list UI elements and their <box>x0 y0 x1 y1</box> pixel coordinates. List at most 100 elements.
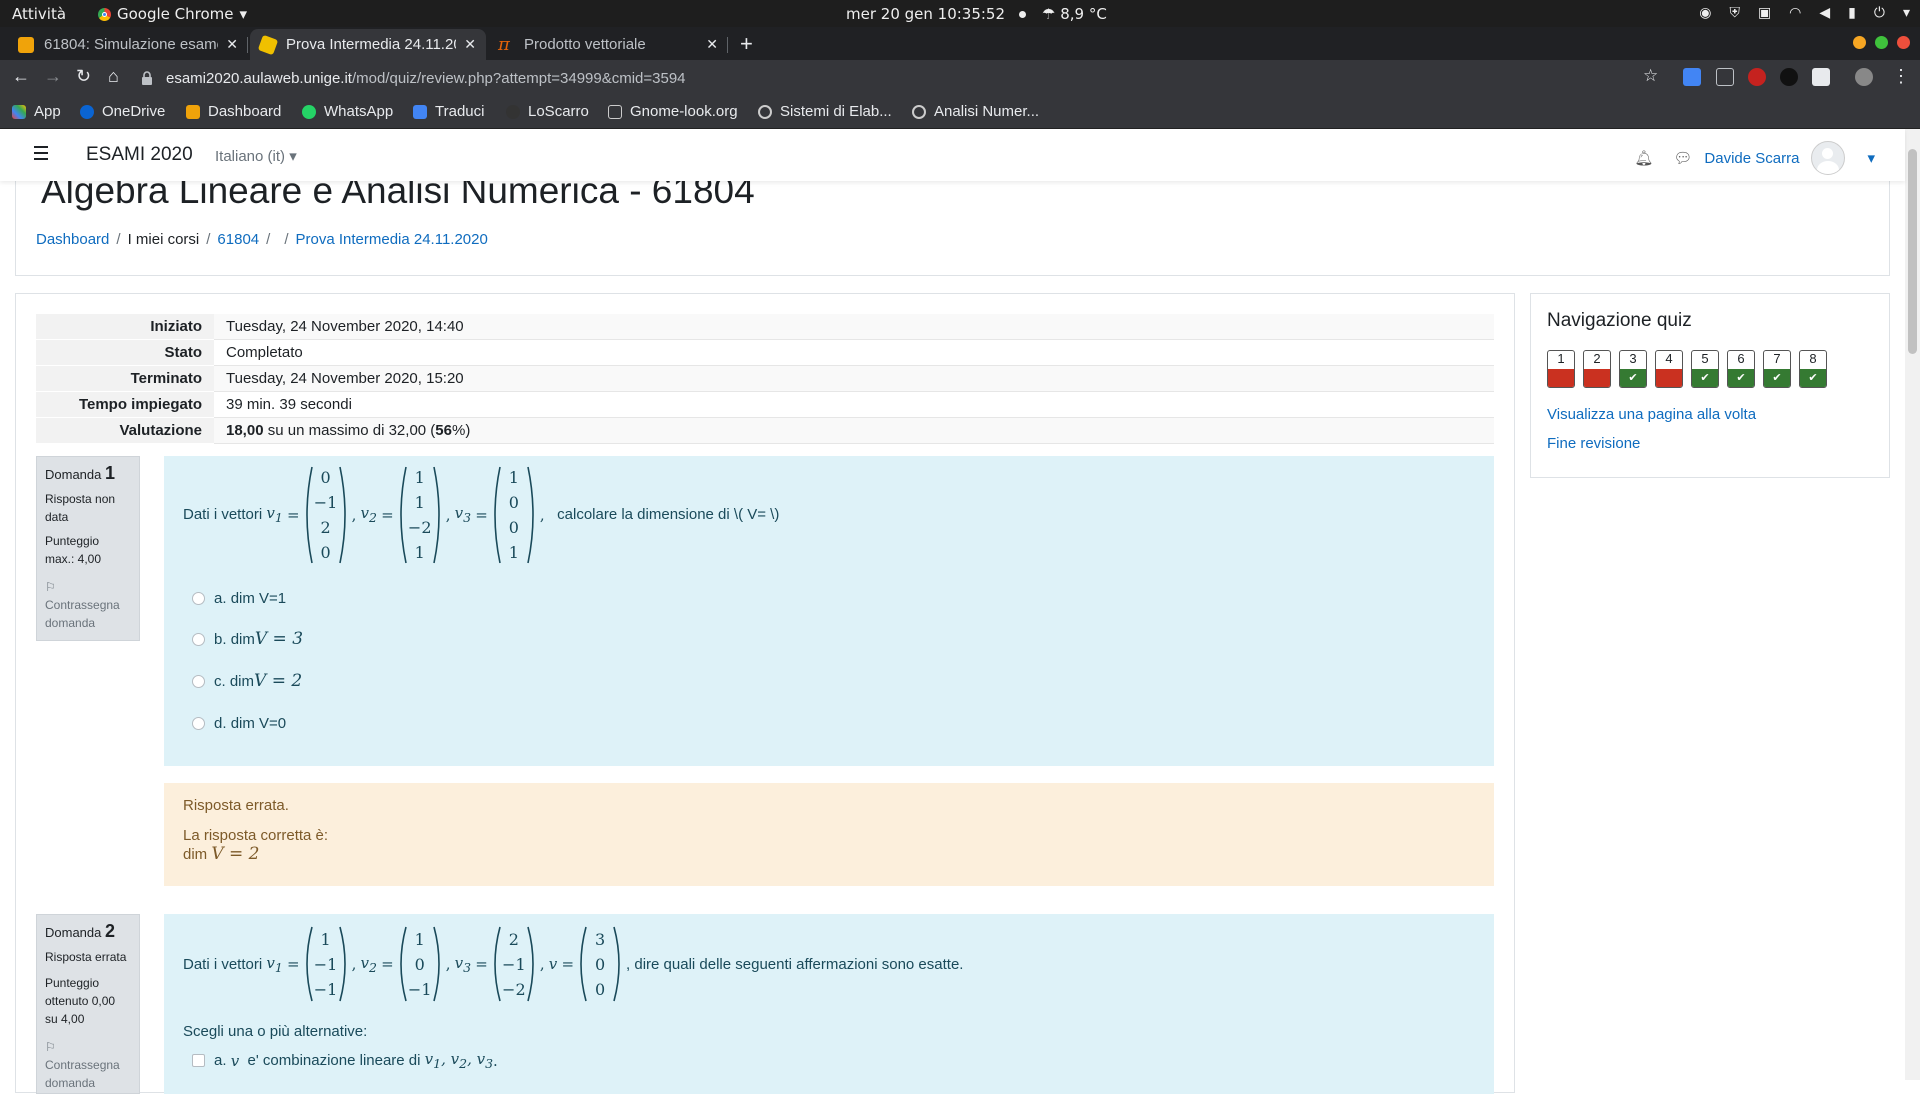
radio-button[interactable] <box>192 632 205 646</box>
forward-icon[interactable]: → <box>44 66 62 87</box>
chevron-down-icon[interactable]: ▾ <box>1903 5 1910 21</box>
quiz-nav-button[interactable]: 6 ✔ <box>1727 350 1755 388</box>
weather[interactable]: ☂ 8,9 °C <box>1042 5 1107 23</box>
bookmark-analisi[interactable]: Analisi Numer... <box>912 103 1039 120</box>
close-icon[interactable]: ✕ <box>706 36 718 53</box>
shield-icon[interactable]: ⛨ <box>1729 5 1740 21</box>
maximize-button[interactable] <box>1875 36 1888 49</box>
profile-icon[interactable] <box>1855 68 1873 86</box>
answer-option-a[interactable]: a. v e' combinazione lineare di v1, v2, … <box>192 1050 498 1071</box>
breadcrumb-separator: / <box>206 231 211 248</box>
chevron-down-icon[interactable]: ▾ <box>1867 149 1875 167</box>
breadcrumb-dashboard[interactable]: Dashboard <box>36 231 109 248</box>
bookmark-whatsapp[interactable]: WhatsApp <box>302 103 393 120</box>
answer-option-d[interactable]: d. dim V=0 <box>192 715 286 732</box>
quiz-nav-button[interactable]: 1 <box>1547 350 1575 388</box>
close-icon[interactable]: ✕ <box>464 36 476 53</box>
tab-title: 61804: Simulazione esame <box>44 36 219 53</box>
discord-icon[interactable]: ◉ <box>1699 5 1711 21</box>
quiz-nav-button[interactable]: 3 ✔ <box>1619 350 1647 388</box>
adblock-extension-icon[interactable] <box>1748 68 1766 86</box>
power-icon[interactable]: ⏻ <box>1874 5 1885 21</box>
breadcrumb-course[interactable]: 61804 <box>217 231 259 248</box>
hamburger-menu-icon[interactable] <box>34 146 48 164</box>
correct-answer-text: dim <box>183 846 212 863</box>
activities-button[interactable]: Attività <box>12 5 66 23</box>
quiz-nav-button[interactable]: 4 <box>1655 350 1683 388</box>
quiz-nav-button[interactable]: 2 <box>1583 350 1611 388</box>
close-window-button[interactable] <box>1897 36 1910 49</box>
breadcrumb-quiz[interactable]: Prova Intermedia 24.11.2020 <box>295 231 487 248</box>
reload-icon[interactable]: ↻ <box>76 66 91 87</box>
vector-cell: 0 <box>594 979 606 999</box>
vertical-scrollbar[interactable] <box>1905 129 1920 1080</box>
bookmark-dashboard[interactable]: Dashboard <box>186 103 281 120</box>
browser-toolbar: ← → ↻ ⌂ esami2020.aulaweb.unige.it/mod/q… <box>0 60 1920 96</box>
dark-extension-icon[interactable] <box>1780 68 1798 86</box>
wifi-icon[interactable]: ◠ <box>1789 5 1801 21</box>
vector-v3: 1 0 0 1 <box>490 465 538 565</box>
left-paren-icon <box>399 926 407 1002</box>
bookmark-traduci[interactable]: Traduci <box>413 103 484 120</box>
screen-icon[interactable]: ▣ <box>1758 5 1771 21</box>
radio-button[interactable] <box>192 592 205 605</box>
bell-icon[interactable]: 🔔︎ <box>1634 149 1653 167</box>
quiz-nav-button[interactable]: 5 ✔ <box>1691 350 1719 388</box>
chat-icon[interactable]: 💬︎ <box>1673 149 1692 167</box>
new-tab-button[interactable]: + <box>740 31 753 57</box>
vector-cell: 0 <box>508 517 519 537</box>
quiz-nav-button[interactable]: 7 ✔ <box>1763 350 1791 388</box>
site-name[interactable]: ESAMI 2020 <box>86 144 193 166</box>
app-menu-label: Google Chrome <box>117 5 234 23</box>
user-name[interactable]: Davide Scarra <box>1704 150 1799 167</box>
flag-question[interactable]: ⚐ Contrassegna domanda <box>45 578 131 632</box>
tab-simulazione[interactable]: 61804: Simulazione esame ✕ <box>8 29 248 60</box>
answer-option-b[interactable]: b. dim V = 3 <box>192 629 303 649</box>
avatar[interactable] <box>1811 141 1846 175</box>
vector-cell: 1 <box>414 929 425 949</box>
question-1-text: Dati i vettori v1 = 0 −1 2 0 , v2 = 1 1 −2 1 ,… <box>183 465 779 565</box>
vector-v: 3 0 0 <box>576 925 624 1003</box>
radio-button[interactable] <box>192 717 205 730</box>
quiz-nav-number: 8 <box>1809 351 1817 366</box>
system-tray[interactable]: ◉ ⛨ ▣ ◠ ◀ ▮ ⏻ ▾ <box>1699 5 1910 21</box>
tab-prova-intermedia[interactable]: Prova Intermedia 24.11.2020 ✕ <box>250 29 486 60</box>
reader-extension-icon[interactable] <box>1716 68 1734 86</box>
volume-icon[interactable]: ◀ <box>1819 5 1830 21</box>
show-one-page-link[interactable]: Visualizza una pagina alla volta <box>1547 406 1756 423</box>
math-vectors: v1, v2, v3 <box>424 1050 494 1071</box>
home-icon[interactable]: ⌂ <box>108 66 119 87</box>
answer-option-a[interactable]: a. dim V=1 <box>192 590 286 607</box>
finish-review-link[interactable]: Fine revisione <box>1547 435 1640 452</box>
bookmark-sistemi[interactable]: Sistemi di Elab... <box>758 103 892 120</box>
translate-extension-icon[interactable] <box>1683 68 1701 86</box>
bookmark-label: Gnome-look.org <box>630 103 738 120</box>
microphone-icon[interactable]: ▮ <box>1848 5 1856 21</box>
tab-prodotto-vettoriale[interactable]: π Prodotto vettoriale ✕ <box>488 29 728 60</box>
weather-icon: ☂ <box>1042 5 1061 23</box>
quiz-nav-button[interactable]: 8 ✔ <box>1799 350 1827 388</box>
minimize-button[interactable] <box>1853 36 1866 49</box>
answer-option-c[interactable]: c. dim V = 2 <box>192 671 302 691</box>
address-bar[interactable]: esami2020.aulaweb.unige.it/mod/quiz/revi… <box>140 63 1640 93</box>
bookmark-loscarro[interactable]: LoScarro <box>506 103 589 120</box>
star-icon[interactable]: ☆ <box>1643 66 1658 86</box>
app-menu[interactable]: Google Chrome ▾ <box>98 5 247 23</box>
menu-dots-icon[interactable]: ⋮ <box>1892 66 1910 87</box>
bookmark-app[interactable]: App <box>12 103 61 120</box>
image-extension-icon[interactable] <box>1812 68 1830 86</box>
checkbox[interactable] <box>192 1054 205 1067</box>
bookmark-gnome-look[interactable]: Gnome-look.org <box>608 103 738 120</box>
language-menu[interactable]: Italiano (it) ▾ <box>215 147 297 165</box>
scrollbar-thumb[interactable] <box>1908 149 1917 354</box>
flag-question[interactable]: ⚐ Contrassegna domanda <box>45 1038 131 1092</box>
bookmark-onedrive[interactable]: OneDrive <box>80 103 165 120</box>
vector-v1: 1 −1 −1 <box>302 925 350 1003</box>
table-row: Terminato Tuesday, 24 November 2020, 15:2… <box>36 365 1494 392</box>
close-icon[interactable]: ✕ <box>226 36 238 53</box>
back-icon[interactable]: ← <box>12 66 30 87</box>
vector-cell: 1 <box>414 542 425 562</box>
incorrect-marker <box>1584 369 1610 387</box>
radio-button[interactable] <box>192 674 205 688</box>
clock[interactable]: mer 20 gen 10:35:52 <box>846 5 1027 23</box>
